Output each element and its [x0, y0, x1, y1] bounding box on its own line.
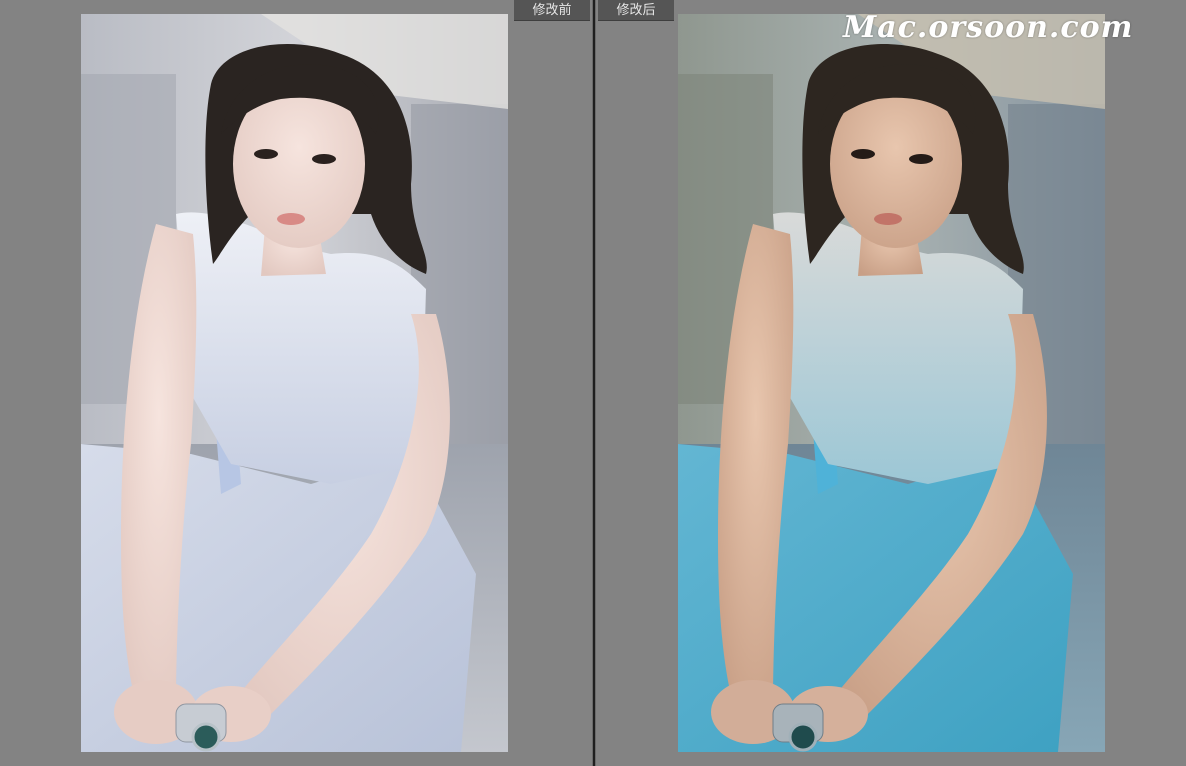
after-photo[interactable] [678, 14, 1105, 752]
split-divider[interactable] [592, 0, 596, 766]
before-label: 修改前 [514, 0, 590, 21]
portrait-photo-edited-icon [678, 14, 1105, 752]
watermark-text: Mac.orsoon.com [843, 10, 1134, 45]
before-photo[interactable] [81, 14, 508, 752]
after-label: 修改后 [598, 0, 674, 21]
portrait-photo-icon [81, 14, 508, 752]
